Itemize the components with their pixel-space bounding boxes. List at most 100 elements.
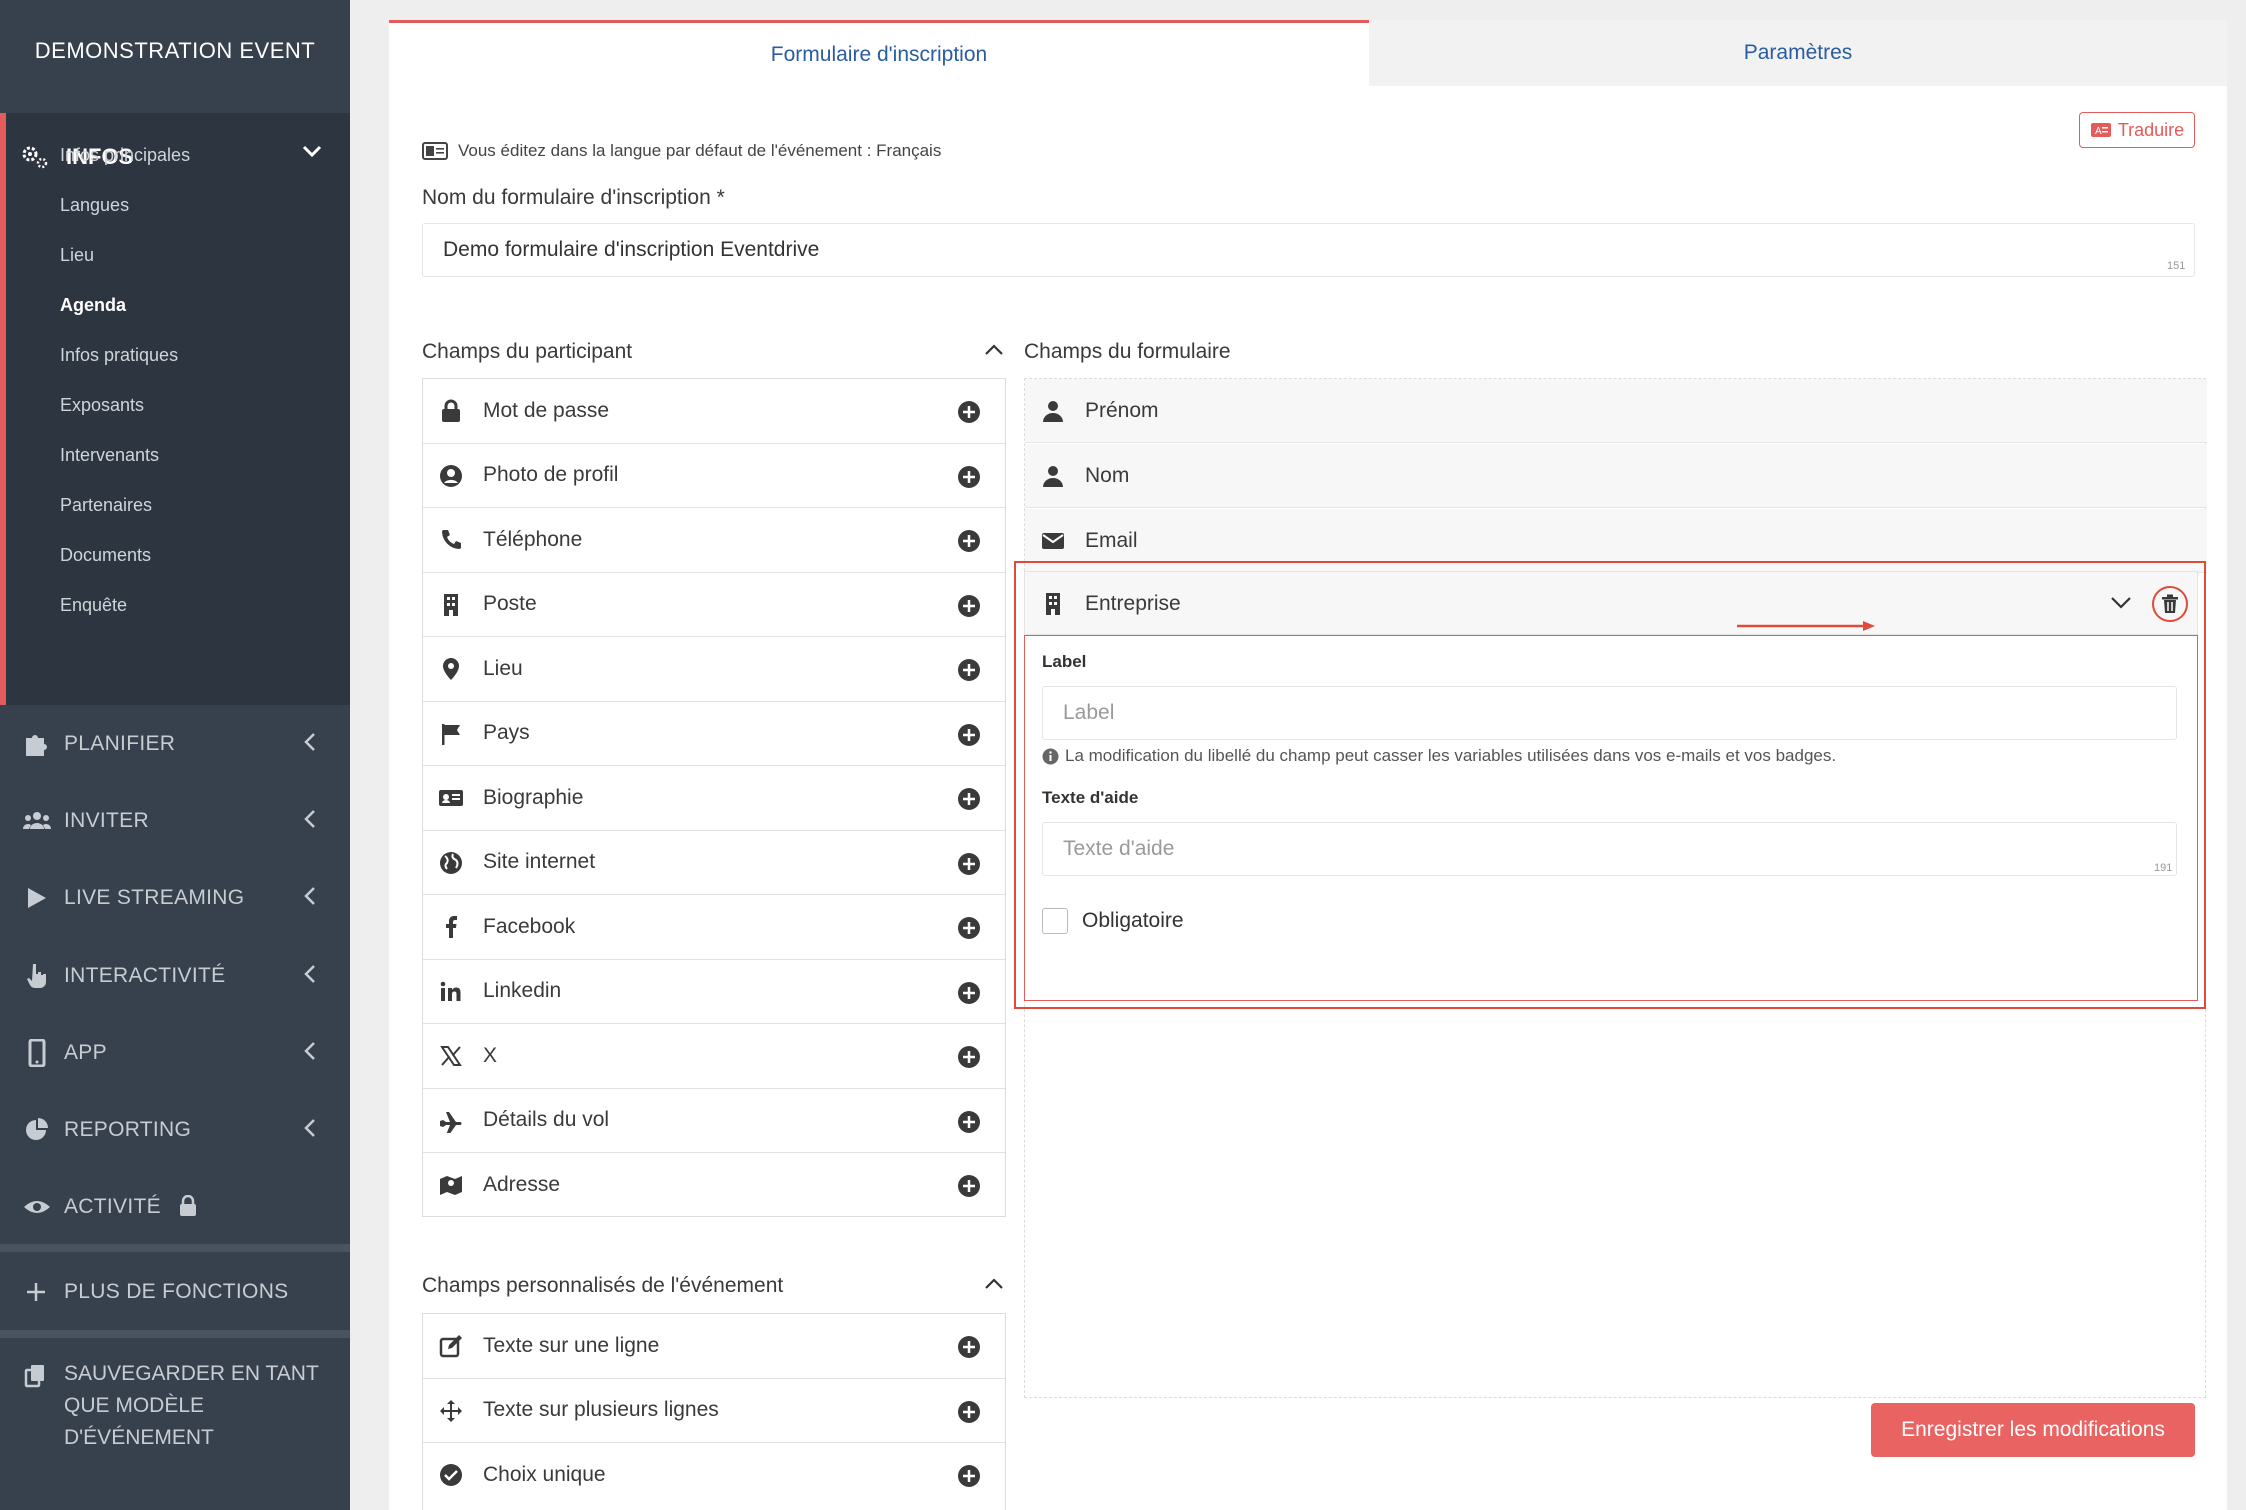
building-icon — [444, 593, 458, 616]
delete-field-button[interactable] — [2152, 586, 2188, 622]
list-item[interactable]: Linkedin — [423, 960, 1005, 1024]
list-item-label: Photo de profil — [483, 463, 619, 487]
save-as-template-button[interactable]: SAUVEGARDER EN TANT QUE MODÈLE D'ÉVÉNEME… — [22, 1358, 342, 1454]
chevron-up-icon[interactable] — [984, 1278, 1004, 1290]
chevron-up-icon[interactable] — [984, 344, 1004, 356]
save-changes-button[interactable]: Enregistrer les modifications — [1871, 1403, 2195, 1457]
sidebar-item-partenaires[interactable]: Partenaires — [60, 495, 152, 516]
field-edit-panel: Label Label La modification du libellé d… — [1024, 635, 2198, 1001]
add-icon[interactable] — [957, 658, 981, 682]
list-item[interactable]: X — [423, 1024, 1005, 1089]
form-field-label: Nom — [1085, 464, 1130, 487]
required-checkbox[interactable]: Obligatoire — [1042, 908, 1184, 934]
tab-settings[interactable]: Paramètres — [1369, 20, 2227, 86]
list-item-label: Téléphone — [483, 527, 583, 551]
form-name-input[interactable]: Demo formulaire d'inscription Eventdrive — [422, 223, 2195, 277]
sidebar-item-app[interactable]: APP — [0, 1027, 350, 1077]
sidebar-item-planifier[interactable]: PLANIFIER — [0, 718, 350, 768]
hand-pointer-icon — [27, 964, 46, 988]
list-item[interactable]: Biographie — [423, 766, 1005, 831]
facebook-icon — [446, 916, 457, 938]
sidebar-item-inviter[interactable]: INVITER — [0, 795, 350, 845]
list-item[interactable]: Pays — [423, 702, 1005, 766]
sidebar-item-langues[interactable]: Langues — [60, 195, 129, 216]
list-item[interactable]: Lieu — [423, 637, 1005, 702]
sidebar-item-intervenants[interactable]: Intervenants — [60, 445, 159, 466]
linkedin-icon — [440, 981, 461, 1001]
add-icon[interactable] — [957, 787, 981, 811]
sidebar-item-infos-pratiques[interactable]: Infos pratiques — [60, 345, 178, 366]
chevron-left-icon — [304, 1042, 315, 1060]
list-item-label: Mot de passe — [483, 398, 610, 422]
main-card: Formulaire d'inscription Paramètres A Tr… — [389, 20, 2227, 1510]
language-icon — [422, 142, 448, 160]
list-item[interactable]: Téléphone — [423, 508, 1005, 573]
list-item[interactable]: Choix unique — [423, 1443, 1005, 1508]
add-icon[interactable] — [957, 400, 981, 424]
add-icon[interactable] — [957, 1174, 981, 1198]
list-item-label: Pays — [483, 721, 530, 745]
add-icon[interactable] — [957, 981, 981, 1005]
list-item[interactable]: Mot de passe — [423, 379, 1005, 444]
list-item[interactable]: Texte sur une ligne — [423, 1314, 1005, 1379]
lock-icon — [180, 1195, 196, 1216]
list-item[interactable]: Facebook — [423, 895, 1005, 960]
list-item[interactable]: Détails du vol — [423, 1089, 1005, 1153]
form-name-counter: 151 — [2167, 260, 2186, 272]
translate-button[interactable]: A Traduire — [2079, 112, 2195, 148]
add-icon[interactable] — [957, 465, 981, 489]
sidebar-divider — [0, 1244, 350, 1252]
sidebar-item-live-streaming[interactable]: LIVE STREAMING — [0, 872, 350, 922]
form-field-label: Entreprise — [1085, 592, 1181, 615]
list-item[interactable]: Poste — [423, 573, 1005, 637]
sidebar-item-label: APP — [64, 1041, 107, 1064]
label-input[interactable]: Label — [1042, 686, 2177, 740]
list-item[interactable]: Adresse — [423, 1153, 1005, 1218]
sidebar-item-label: PLUS DE FONCTIONS — [64, 1280, 289, 1303]
chevron-left-icon — [304, 887, 315, 905]
list-item-label: Lieu — [483, 656, 523, 680]
add-icon[interactable] — [957, 1110, 981, 1134]
list-item[interactable]: Texte sur plusieurs lignes — [423, 1379, 1005, 1443]
form-field-row-entreprise[interactable]: Entreprise — [1024, 571, 2198, 635]
list-item[interactable]: Photo de profil — [423, 444, 1005, 508]
sidebar-item-enquete[interactable]: Enquête — [60, 595, 127, 616]
map-icon — [440, 1176, 462, 1195]
sidebar-item-infos-principales[interactable]: Infos principales — [60, 145, 190, 166]
add-icon[interactable] — [957, 916, 981, 940]
list-item[interactable]: Site internet — [423, 831, 1005, 895]
add-icon[interactable] — [957, 1045, 981, 1069]
chevron-down-icon[interactable] — [2110, 596, 2132, 610]
sidebar-item-reporting[interactable]: REPORTING — [0, 1104, 350, 1154]
sidebar-item-documents[interactable]: Documents — [60, 545, 151, 566]
add-icon[interactable] — [957, 1400, 981, 1424]
add-icon[interactable] — [957, 852, 981, 876]
sidebar-item-exposants[interactable]: Exposants — [60, 395, 144, 416]
event-name[interactable]: DEMONSTRATION EVENT — [0, 38, 350, 64]
chevron-down-icon — [302, 145, 322, 158]
custom-fields-title: Champs personnalisés de l'événement — [422, 1274, 784, 1297]
sidebar-item-interactivite[interactable]: INTERACTIVITÉ — [0, 950, 350, 1000]
sidebar-item-agenda[interactable]: Agenda — [60, 295, 126, 316]
add-icon[interactable] — [957, 529, 981, 553]
list-item-label: Choix unique — [483, 1463, 606, 1487]
check-circle-icon — [440, 1464, 462, 1486]
tab-registration-form[interactable]: Formulaire d'inscription — [389, 20, 1369, 86]
trash-icon — [2162, 594, 2178, 613]
add-icon[interactable] — [957, 723, 981, 747]
help-text-input[interactable]: Texte d'aide — [1042, 822, 2177, 876]
form-field-row[interactable]: Prénom — [1025, 379, 2207, 443]
add-icon[interactable] — [957, 594, 981, 618]
help-text-field-title: Texte d'aide — [1042, 788, 1139, 807]
sidebar-item-activite[interactable]: ACTIVITÉ — [0, 1181, 350, 1231]
add-icon[interactable] — [957, 1335, 981, 1359]
eye-icon — [24, 1201, 50, 1213]
sidebar-item-plus-de-fonctions[interactable]: PLUS DE FONCTIONS — [0, 1266, 350, 1316]
add-icon[interactable] — [957, 1464, 981, 1488]
sidebar-item-lieu[interactable]: Lieu — [60, 245, 94, 266]
list-item-label: Texte sur plusieurs lignes — [483, 1398, 719, 1422]
checkbox[interactable] — [1042, 908, 1068, 934]
form-field-row[interactable]: Nom — [1025, 444, 2207, 508]
mobile-icon — [28, 1039, 46, 1067]
sidebar-item-label: REPORTING — [64, 1118, 192, 1141]
